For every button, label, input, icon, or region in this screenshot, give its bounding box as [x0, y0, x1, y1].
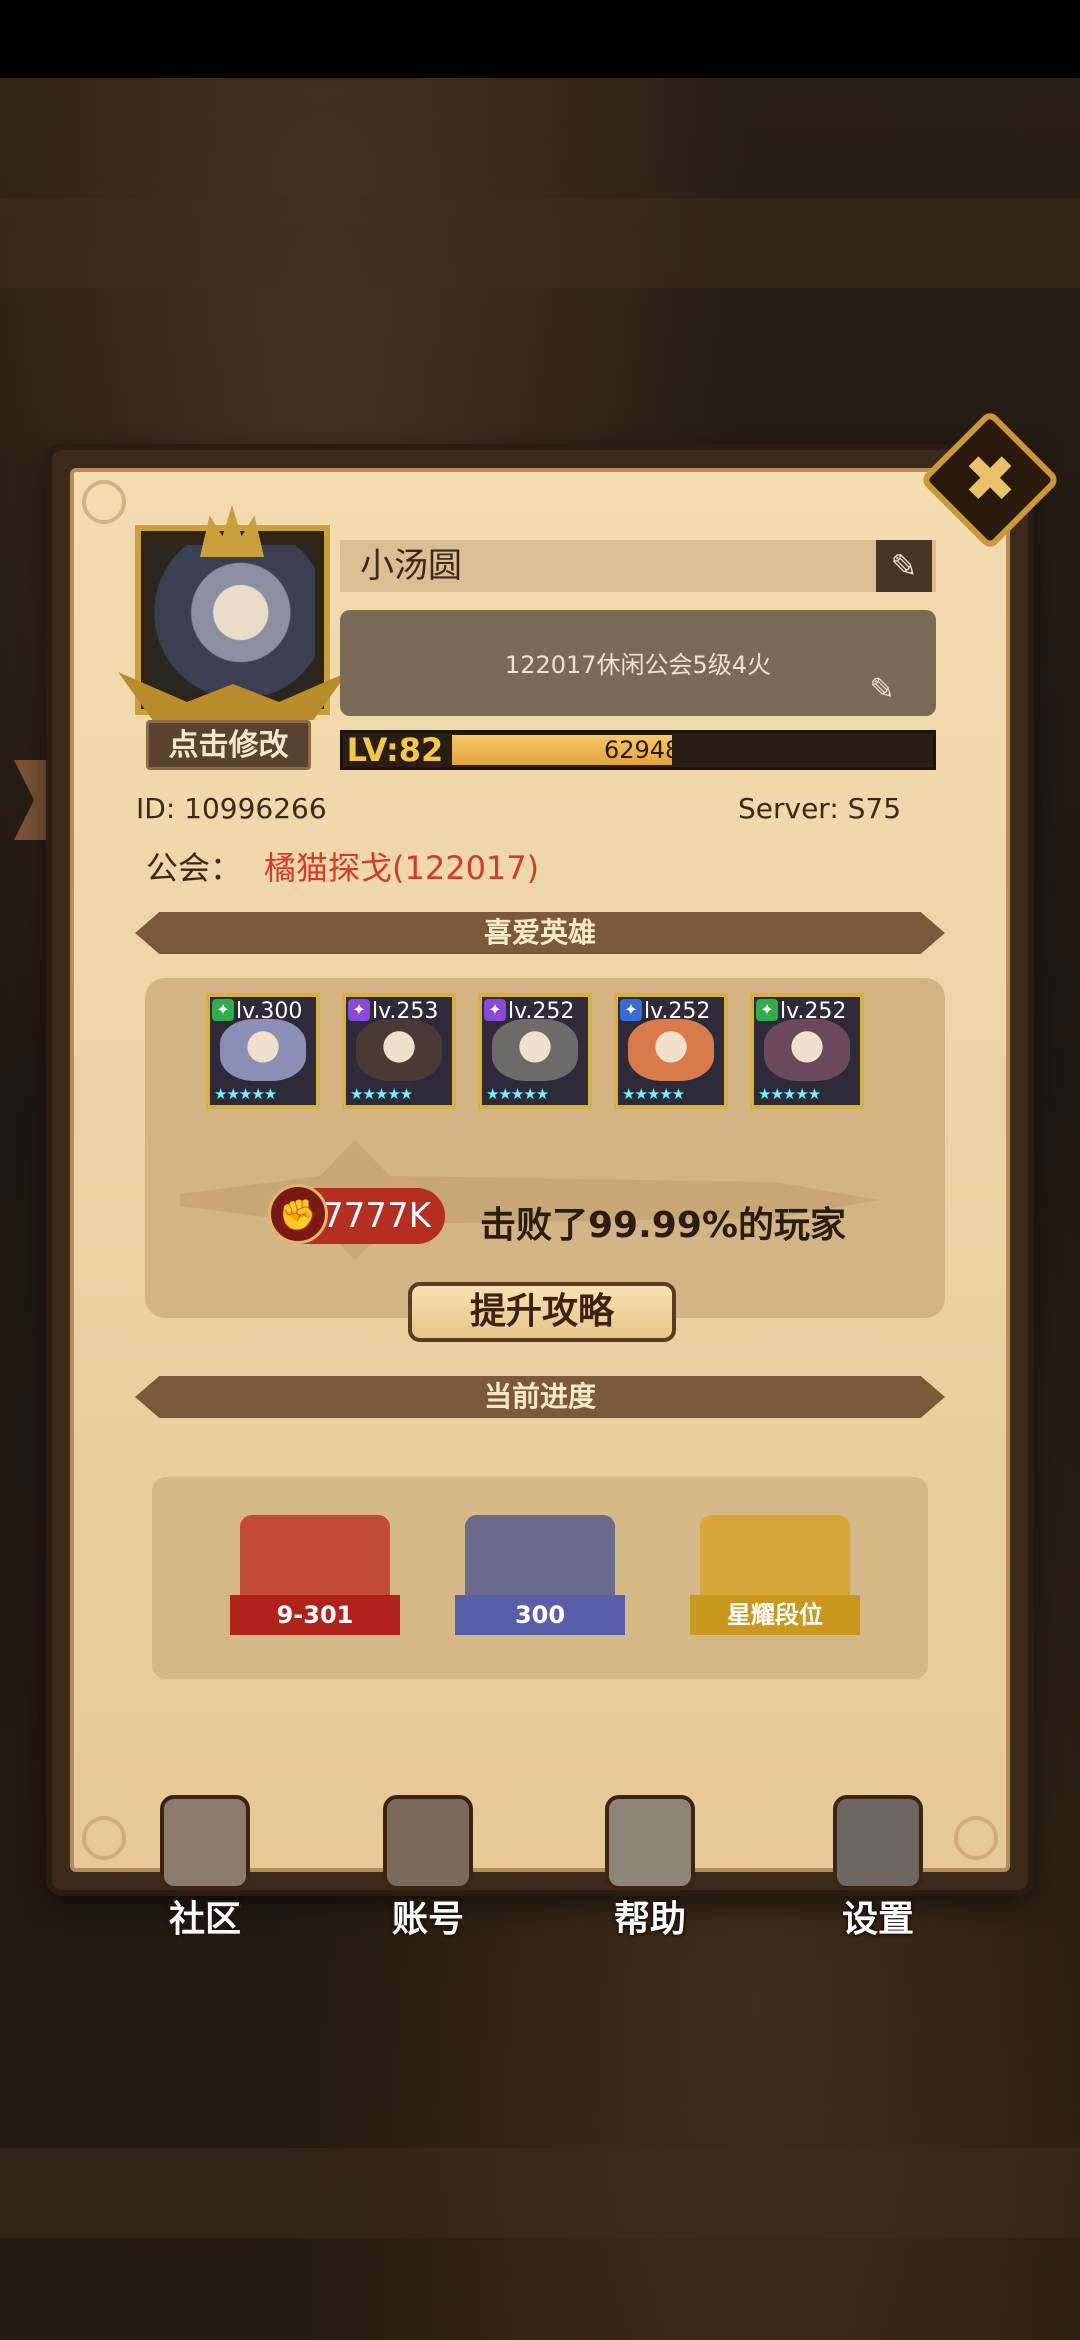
avatar[interactable] — [150, 545, 315, 695]
nav-button-3[interactable]: 设置 — [808, 1795, 948, 1945]
exp-text: 62948/137390 — [603, 736, 781, 764]
hero-level: lv.300 — [236, 999, 303, 1024]
hero-portrait — [628, 1019, 714, 1081]
progress-item[interactable]: 9-301 — [220, 1515, 410, 1645]
castle-icon — [160, 1795, 250, 1890]
hero-level: lv.252 — [780, 999, 847, 1024]
hero-class-icon: ✦ — [348, 999, 370, 1021]
player-id: ID: 10996266 — [136, 792, 327, 825]
nav-label: 账号 — [391, 1899, 464, 1940]
hero-portrait — [220, 1019, 306, 1081]
player-name: 小汤圆 — [340, 540, 936, 592]
hero-portrait — [356, 1019, 442, 1081]
background-bottom-strip — [0, 2148, 1080, 2238]
fist-icon: ✊ — [268, 1184, 328, 1244]
chat-bubble-icon — [605, 1795, 695, 1890]
nav-label: 社区 — [168, 1899, 241, 1940]
nav-button-2[interactable]: 帮助 — [580, 1795, 720, 1945]
level-badge: LV:82 — [346, 731, 444, 769]
progress-value: 9-301 — [230, 1595, 400, 1635]
progress-item[interactable]: 星耀段位 — [680, 1515, 870, 1645]
hero-class-icon: ✦ — [756, 999, 778, 1021]
corner-ornament — [82, 480, 126, 524]
gear-icon — [833, 1795, 923, 1890]
hero-class-icon: ✦ — [212, 999, 234, 1021]
progress-value: 300 — [455, 1595, 625, 1635]
hero-stars: ★★★★★ — [486, 1085, 549, 1103]
corner-ornament — [82, 1816, 126, 1860]
hero-level: lv.252 — [508, 999, 575, 1024]
favorite-heroes-header: 喜爱英雄 — [135, 912, 945, 954]
corner-ornament — [954, 1816, 998, 1860]
nav-label: 帮助 — [613, 1899, 686, 1940]
hero-stars: ★★★★★ — [622, 1085, 685, 1103]
server-id: Server: S75 — [738, 792, 902, 825]
guild-label: 公会： — [146, 849, 243, 887]
close-icon[interactable]: ✖ — [940, 430, 1040, 530]
hero-card[interactable]: ✦ lv.252 ★★★★★ — [478, 993, 592, 1109]
hero-portrait — [764, 1019, 850, 1081]
progress-item[interactable]: 300 — [445, 1515, 635, 1645]
status-bar — [0, 0, 1080, 78]
edit-signature-icon[interactable]: ✎ — [862, 670, 902, 710]
background-hud-strip — [0, 198, 1080, 288]
hero-class-icon: ✦ — [484, 999, 506, 1021]
current-progress-header: 当前进度 — [135, 1376, 945, 1418]
hero-portrait — [492, 1019, 578, 1081]
nav-label: 设置 — [841, 1899, 914, 1940]
hero-card[interactable]: ✦ lv.252 ★★★★★ — [750, 993, 864, 1109]
improve-strategy-button[interactable]: 提升攻略 — [408, 1282, 676, 1342]
defeat-ranking-text: 击败了99.99%的玩家 — [480, 1205, 846, 1246]
signature-text: 122017休闲公会5级4火 — [504, 651, 772, 679]
account-card-icon — [383, 1795, 473, 1890]
hero-stars: ★★★★★ — [350, 1085, 413, 1103]
hero-level: lv.252 — [644, 999, 711, 1024]
edit-avatar-button[interactable]: 点击修改 — [146, 720, 311, 770]
progress-value: 星耀段位 — [690, 1595, 860, 1635]
hero-card[interactable]: ✦ lv.300 ★★★★★ — [206, 993, 320, 1109]
hero-card[interactable]: ✦ lv.253 ★★★★★ — [342, 993, 456, 1109]
nav-button-0[interactable]: 社区 — [135, 1795, 275, 1945]
hero-level: lv.253 — [372, 999, 439, 1024]
edit-name-icon[interactable]: ✎ — [876, 540, 932, 592]
hero-stars: ★★★★★ — [758, 1085, 821, 1103]
guild-name[interactable]: 橘猫探戈(122017) — [264, 843, 539, 889]
hero-card[interactable]: ✦ lv.252 ★★★★★ — [614, 993, 728, 1109]
hero-class-icon: ✦ — [620, 999, 642, 1021]
hero-stars: ★★★★★ — [214, 1085, 277, 1103]
nav-button-1[interactable]: 账号 — [358, 1795, 498, 1945]
